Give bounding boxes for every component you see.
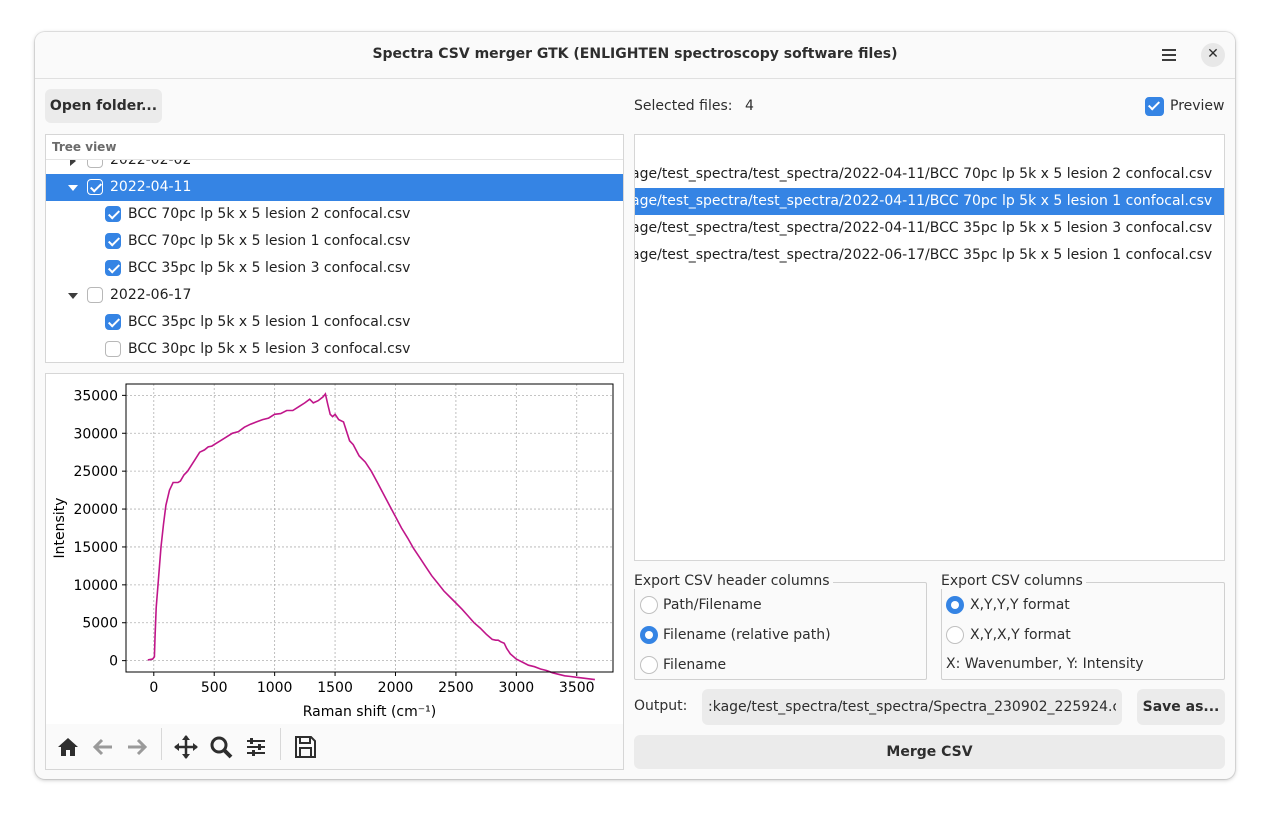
x-tick-label: 3000 (499, 680, 535, 696)
tree-file-row[interactable]: BCC 70pc lp 5k x 5 lesion 1 confocal.csv (46, 228, 623, 255)
selected-files-list[interactable]: _package/test_spectra/test_spectra/2022-… (634, 134, 1225, 561)
y-tick-label: 35000 (73, 388, 118, 404)
plot-panel: 0 500 1000 1500 2000 2500 3000 3500 0 5000 10000 15… (45, 373, 624, 770)
selected-file-row[interactable]: _package/test_spectra/test_spectra/2022-… (635, 188, 1224, 215)
tree-row-label: BCC 30pc lp 5k x 5 lesion 3 confocal.csv (128, 341, 411, 357)
spectrum-chart: 0 500 1000 1500 2000 2500 3000 3500050001000015… (52, 383, 614, 720)
selected-file-path: _package/test_spectra/test_spectra/2022-… (635, 247, 1213, 263)
merge-csv-button[interactable]: Merge CSV (634, 735, 1225, 769)
preview-label: Preview (1170, 98, 1225, 114)
selected-file-path: _package/test_spectra/test_spectra/2022-… (635, 166, 1213, 182)
selected-file-path: _package/test_spectra/test_spectra/2022-… (635, 220, 1213, 236)
y-tick-label: 25000 (73, 464, 118, 480)
tree-row-checkbox[interactable] (105, 314, 121, 330)
tree-row-label: 2022-04-11 (110, 179, 192, 195)
tree-file-row[interactable]: BCC 70pc lp 5k x 5 lesion 2 confocal.csv (46, 201, 623, 228)
radio-filename-relative-label: Filename (relative path) (663, 627, 831, 643)
tree-row-label: BCC 35pc lp 5k x 5 lesion 3 confocal.csv (128, 260, 411, 276)
radio-filename[interactable] (640, 656, 658, 674)
tree-row-checkbox[interactable] (105, 341, 121, 357)
columns-note: X: Wavenumber, Y: Intensity (946, 656, 1144, 672)
tree-folder-row[interactable]: 2022-04-11 (46, 174, 623, 201)
export-header-title: Export CSV header columns (634, 573, 833, 589)
zoom-icon[interactable] (206, 732, 236, 762)
x-tick-label: 2000 (378, 680, 414, 696)
tree-row-label: 2022-06-17 (110, 287, 192, 303)
selected-file-row[interactable]: _package/test_spectra/test_spectra/2022-… (635, 161, 1224, 188)
tree-row-label: BCC 70pc lp 5k x 5 lesion 2 confocal.csv (128, 206, 411, 222)
tree-view-header: Tree view (46, 135, 623, 160)
plot-frame (125, 383, 614, 673)
y-tick-label: 20000 (73, 502, 118, 518)
forward-arrow-icon[interactable] (122, 732, 152, 762)
selected-file-path: _package/test_spectra/test_spectra/2022-… (635, 193, 1213, 209)
preview-checkbox[interactable] (1145, 97, 1164, 116)
y-tick-label: 10000 (73, 578, 118, 594)
y-tick-label: 5000 (82, 616, 118, 632)
output-path-field[interactable] (702, 689, 1122, 725)
app-window: Spectra CSV merger GTK (ENLIGHTEN spectr… (35, 32, 1235, 779)
tree-row-checkbox[interactable] (105, 233, 121, 249)
open-folder-button[interactable]: Open folder... (45, 89, 162, 123)
y-tick-label: 15000 (73, 540, 118, 556)
radio-filename-relative[interactable] (640, 626, 658, 644)
title-bar: Spectra CSV merger GTK (ENLIGHTEN spectr… (35, 32, 1235, 79)
x-tick-label: 0 (149, 680, 158, 696)
tree-view[interactable]: 2022-02-02 2022-04-11 BCC 70pc lp 5k x 5 l… (45, 134, 624, 363)
toolbar-separator (161, 728, 162, 760)
tree-row-label: BCC 70pc lp 5k x 5 lesion 1 confocal.csv (128, 233, 411, 249)
close-icon[interactable]: ✕ (1201, 43, 1225, 67)
x-tick-label: 2500 (438, 680, 474, 696)
tree-folder-row[interactable]: 2022-06-17 (46, 282, 623, 309)
tree-row-checkbox[interactable] (105, 206, 121, 222)
tree-file-row[interactable]: BCC 35pc lp 5k x 5 lesion 3 confocal.csv (46, 255, 623, 282)
x-tick-label: 1500 (317, 680, 353, 696)
save-as-button[interactable]: Save as... (1137, 689, 1225, 725)
y-axis-label: Intensity (52, 498, 68, 559)
output-label: Output: (634, 698, 688, 714)
radio-path-filename-label: Path/Filename (663, 597, 762, 613)
tree-row-checkbox[interactable] (87, 287, 103, 303)
spectrum-line (147, 392, 596, 681)
hamburger-menu-icon[interactable] (1157, 44, 1181, 66)
window-title: Spectra CSV merger GTK (ENLIGHTEN spectr… (372, 46, 898, 62)
x-tick-label: 1000 (257, 680, 293, 696)
save-icon[interactable] (290, 732, 320, 762)
y-tick-label: 30000 (73, 426, 118, 442)
x-axis-label: Raman shift (cm⁻¹) (303, 704, 436, 720)
selected-file-row[interactable]: _package/test_spectra/test_spectra/2022-… (635, 215, 1224, 242)
x-tick-label: 3500 (559, 680, 595, 696)
tree-file-row[interactable]: BCC 35pc lp 5k x 5 lesion 1 confocal.csv (46, 309, 623, 336)
expander-open-icon[interactable] (68, 185, 78, 191)
selected-files-count: 4 (745, 98, 754, 114)
toolbar-separator (280, 728, 281, 760)
tree-row-label: BCC 35pc lp 5k x 5 lesion 1 confocal.csv (128, 314, 411, 330)
radio-xyyy-format-label: X,Y,Y,Y format (970, 597, 1070, 613)
back-arrow-icon[interactable] (88, 732, 118, 762)
expander-open-icon[interactable] (68, 293, 78, 299)
home-icon[interactable] (53, 732, 83, 762)
radio-xyxy-format-label: X,Y,X,Y format (970, 627, 1071, 643)
radio-path-filename[interactable] (640, 596, 658, 614)
plot-toolbar (46, 724, 623, 769)
radio-xyxy-format[interactable] (946, 626, 964, 644)
export-columns-title: Export CSV columns (941, 573, 1086, 589)
pan-icon[interactable] (171, 732, 201, 762)
tree-row-checkbox[interactable] (87, 179, 103, 195)
y-tick-label: 0 (109, 654, 118, 670)
radio-xyyy-format[interactable] (946, 596, 964, 614)
tree-file-row[interactable]: BCC 30pc lp 5k x 5 lesion 3 confocal.csv (46, 336, 623, 362)
x-tick-label: 500 (201, 680, 228, 696)
radio-filename-label: Filename (663, 657, 727, 673)
tree-row-checkbox[interactable] (105, 260, 121, 276)
selected-files-label: Selected files: (634, 98, 733, 114)
selected-file-row[interactable]: _package/test_spectra/test_spectra/2022-… (635, 242, 1224, 269)
configure-subplots-icon[interactable] (241, 732, 271, 762)
